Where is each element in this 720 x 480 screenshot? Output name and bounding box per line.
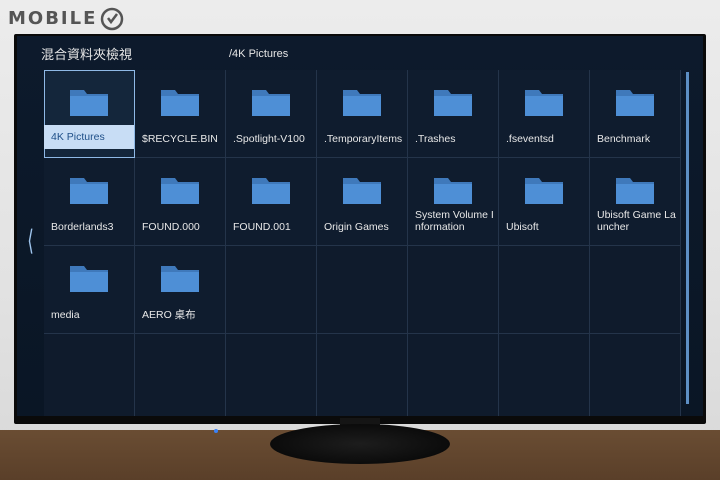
empty-grid-cell bbox=[408, 334, 499, 416]
current-path: /4K Pictures bbox=[229, 48, 289, 60]
empty-grid-cell bbox=[226, 246, 317, 334]
folder-label: Ubisoft Game Launcher bbox=[597, 209, 676, 233]
folder-item[interactable]: Origin Games bbox=[317, 158, 408, 246]
folder-item[interactable]: media bbox=[44, 246, 135, 334]
folder-item[interactable]: AERO 桌布 bbox=[135, 246, 226, 334]
folder-icon bbox=[434, 90, 472, 116]
tv-stand-base bbox=[270, 424, 450, 464]
folder-grid: 4K Pictures $RECYCLE.BIN .Spotlight-V100 .T… bbox=[44, 70, 681, 416]
folder-label: Ubisoft bbox=[506, 221, 539, 233]
folder-label: .Trashes bbox=[415, 133, 456, 145]
folder-item[interactable]: FOUND.001 bbox=[226, 158, 317, 246]
folder-item[interactable]: .Trashes bbox=[408, 70, 499, 158]
folder-item[interactable]: System Volume Information bbox=[408, 158, 499, 246]
power-led bbox=[214, 429, 218, 433]
folder-icon bbox=[252, 178, 290, 204]
empty-grid-cell bbox=[499, 246, 590, 334]
empty-grid-cell bbox=[408, 246, 499, 334]
empty-grid-cell bbox=[226, 334, 317, 416]
empty-grid-cell bbox=[590, 246, 681, 334]
folder-item[interactable]: FOUND.000 bbox=[135, 158, 226, 246]
folder-icon bbox=[70, 90, 108, 116]
empty-grid-cell bbox=[135, 334, 226, 416]
folder-icon bbox=[161, 266, 199, 292]
folder-icon bbox=[525, 90, 563, 116]
tv-screen: 混合資料夾檢視 /4K Pictures ⟨ 4K Pictures $RECYC… bbox=[17, 36, 703, 416]
folder-label: .Spotlight-V100 bbox=[233, 133, 305, 145]
empty-grid-cell bbox=[44, 334, 135, 416]
folder-icon bbox=[70, 266, 108, 292]
folder-icon bbox=[616, 90, 654, 116]
empty-grid-cell bbox=[590, 334, 681, 416]
folder-icon bbox=[70, 178, 108, 204]
watermark-text: MOBILE bbox=[8, 7, 98, 29]
empty-grid-cell bbox=[317, 246, 408, 334]
folder-item[interactable]: .TemporaryItems bbox=[317, 70, 408, 158]
scrollbar[interactable] bbox=[686, 72, 689, 404]
page-title: 混合資料夾檢視 bbox=[41, 47, 133, 62]
empty-grid-cell bbox=[317, 334, 408, 416]
empty-grid-cell bbox=[499, 334, 590, 416]
folder-icon bbox=[343, 178, 381, 204]
folder-label: System Volume Information bbox=[415, 209, 494, 233]
folder-label: $RECYCLE.BIN bbox=[142, 133, 218, 145]
folder-label: FOUND.001 bbox=[233, 221, 291, 233]
folder-label: Origin Games bbox=[324, 221, 389, 233]
folder-item[interactable]: Ubisoft Game Launcher bbox=[590, 158, 681, 246]
folder-label: 4K Pictures bbox=[44, 125, 134, 149]
folder-item[interactable]: .fseventsd bbox=[499, 70, 590, 158]
folder-label: Borderlands3 bbox=[51, 221, 114, 233]
watermark-logo-icon bbox=[101, 7, 124, 31]
folder-icon bbox=[525, 178, 563, 204]
chevron-left-icon[interactable]: ⟨ bbox=[27, 226, 34, 256]
folder-label: FOUND.000 bbox=[142, 221, 200, 233]
folder-item[interactable]: Borderlands3 bbox=[44, 158, 135, 246]
folder-icon bbox=[616, 178, 654, 204]
folder-label: Benchmark bbox=[597, 133, 651, 145]
folder-item[interactable]: Benchmark bbox=[590, 70, 681, 158]
folder-icon bbox=[343, 90, 381, 116]
folder-icon bbox=[161, 90, 199, 116]
folder-icon bbox=[161, 178, 199, 204]
watermark: MOBILE bbox=[8, 5, 125, 31]
folder-icon bbox=[434, 178, 472, 204]
folder-item[interactable]: .Spotlight-V100 bbox=[226, 70, 317, 158]
folder-item[interactable]: 4K Pictures bbox=[44, 70, 135, 158]
folder-label: AERO 桌布 bbox=[142, 309, 196, 321]
folder-label: .fseventsd bbox=[506, 133, 554, 145]
folder-label: .TemporaryItems bbox=[324, 133, 403, 145]
folder-icon bbox=[252, 90, 290, 116]
folder-item[interactable]: Ubisoft bbox=[499, 158, 590, 246]
folder-label: media bbox=[51, 309, 80, 321]
folder-item[interactable]: $RECYCLE.BIN bbox=[135, 70, 226, 158]
